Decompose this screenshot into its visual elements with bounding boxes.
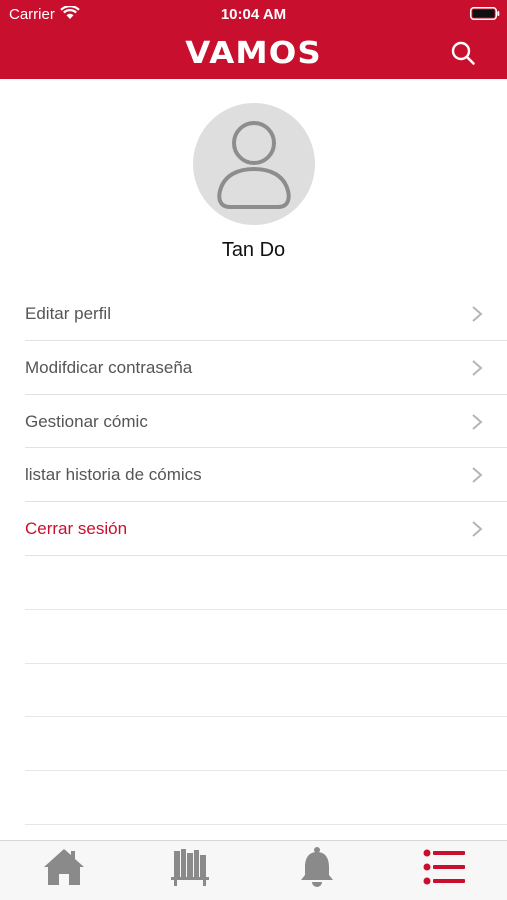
menu-item-edit-profile[interactable]: Editar perfil (25, 287, 507, 341)
menu-item-label: Editar perfil (25, 304, 111, 323)
status-bar: Carrier 10:04 AM (0, 0, 507, 28)
empty-list-area (25, 556, 507, 825)
menu-item-change-password[interactable]: Modifdicar contraseña (25, 341, 507, 395)
bell-icon[interactable] (293, 845, 341, 889)
library-icon[interactable] (166, 845, 214, 889)
menu-item-comic-history[interactable]: listar historia de cómics (25, 448, 507, 503)
menu-item-manage-comic[interactable]: Gestionar cómic (25, 395, 507, 449)
chevron-right-icon (472, 413, 483, 430)
menu-item-label: listar historia de cómics (25, 465, 202, 485)
empty-row (25, 664, 507, 718)
chevron-right-icon (472, 306, 483, 322)
menu-item-label: Gestionar cómic (25, 411, 148, 431)
user-name: Tan Do (221, 239, 286, 261)
battery-icon (470, 7, 500, 20)
tab-bar (0, 840, 507, 900)
empty-row (25, 610, 507, 664)
empty-row (25, 556, 507, 610)
user-silhouette-icon (217, 121, 291, 209)
empty-row (25, 717, 507, 772)
menu-item-label: Modifdicar contraseña (25, 357, 193, 377)
profile-menu: Editar perfil Modifdicar contraseña Gest… (25, 287, 507, 556)
menu-item-label: Cerrar sesión (25, 519, 128, 539)
app-logo-title: VAMOS (185, 36, 322, 71)
status-time: 10:04 AM (220, 6, 287, 23)
menu-item-logout[interactable]: Cerrar sesión (25, 502, 507, 556)
chevron-right-icon (472, 521, 483, 537)
menu-list-icon[interactable] (420, 845, 468, 889)
home-icon[interactable] (40, 845, 88, 889)
chevron-right-icon (472, 360, 483, 376)
app-header: Carrier 10:04 AM VAMOS (0, 0, 507, 79)
search-icon[interactable] (450, 40, 476, 66)
empty-row (25, 771, 507, 825)
chevron-right-icon (472, 467, 483, 484)
avatar[interactable] (193, 103, 315, 225)
